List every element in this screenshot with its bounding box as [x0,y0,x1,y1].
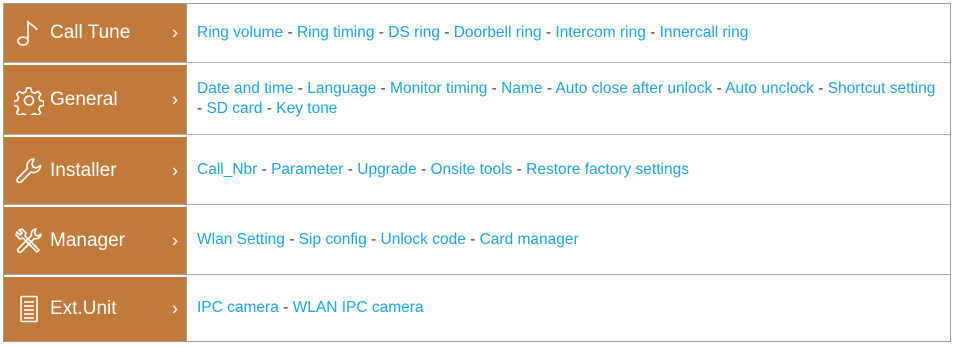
items-general: Date and time - Language - Monitor timin… [187,63,950,134]
menu-item-link[interactable]: DS ring [388,24,440,41]
menu-item-link[interactable]: Key tone [276,100,337,117]
item-separator: - [343,160,358,178]
category-call-tune[interactable]: Call Tune › [4,4,187,62]
menu-item-link[interactable]: Auto unclock [725,80,814,97]
menu-item-link[interactable]: Monitor timing [390,80,487,97]
items-installer: Call_Nbr - Parameter - Upgrade - Onsite … [187,135,950,204]
menu-item-link[interactable]: Call_Nbr [197,161,257,178]
row-manager: Manager › Wlan Setting - Sip config - Un… [4,204,950,274]
items-call-tune: Ring volume - Ring timing - DS ring - Do… [187,4,950,62]
category-general[interactable]: General › [4,63,187,134]
item-separator: - [283,299,293,316]
menu-item-link[interactable]: Auto close after unlock [555,80,712,97]
menu-item-link[interactable]: Intercom ring [555,24,645,41]
menu-item-link[interactable]: Restore factory settings [526,161,689,178]
menu-item-link[interactable]: Unlock code [381,231,466,248]
item-separator: - [542,79,556,97]
category-label: Call Tune [50,22,131,43]
items-manager: Wlan Setting - Sip config - Unlock code … [187,205,950,274]
item-separator: - [439,24,454,41]
item-separator: - [284,230,299,248]
row-call-tune: Call Tune › Ring volume - Ring timing - … [4,4,950,62]
item-separator: - [512,160,527,178]
menu-item-link[interactable]: Shortcut setting [828,80,936,97]
music-note-icon [14,18,44,48]
item-separator: - [712,79,726,97]
menu-item-link[interactable]: IPC camera [197,299,283,316]
wrench-icon [14,156,44,186]
category-label: Installer [50,159,117,181]
items-ext-unit: IPC camera - WLAN IPC camera [187,275,950,341]
item-separator: - [374,24,389,41]
menu-item-link[interactable]: Doorbell ring [454,24,542,41]
menu-item-link[interactable]: Onsite tools [431,161,513,178]
menu-item-link[interactable]: Card manager [480,231,579,248]
chevron-right-icon: › [172,230,178,250]
category-installer[interactable]: Installer › [4,135,187,204]
item-separator: - [465,230,480,248]
item-separator: - [813,79,828,97]
item-separator: - [293,79,308,97]
item-separator: - [262,99,277,117]
settings-menu: Call Tune › Ring volume - Ring timing - … [3,3,951,342]
menu-item-link[interactable]: Innercall ring [660,24,749,41]
menu-item-link[interactable]: SD card [206,100,262,117]
item-separator: - [416,160,431,178]
category-label: Manager [50,229,125,251]
item-separator: - [257,160,272,178]
category-manager[interactable]: Manager › [4,205,187,274]
menu-item-link[interactable]: Ring timing [297,24,375,41]
row-ext-unit: Ext.Unit › IPC camera - WLAN IPC camera [4,274,950,341]
item-separator: - [283,24,297,41]
row-installer: Installer › Call_Nbr - Parameter - Upgra… [4,134,950,204]
menu-item-link[interactable]: Wlan Setting [197,231,285,248]
menu-item-link[interactable]: Ring volume [197,24,283,41]
chevron-right-icon: › [172,298,178,319]
chevron-right-icon: › [172,89,178,109]
menu-item-link[interactable]: Parameter [271,161,343,178]
document-icon [14,294,44,324]
menu-item-link[interactable]: Sip config [299,231,367,248]
menu-item-link[interactable]: WLAN IPC camera [293,299,424,316]
tools-icon [14,226,44,256]
item-separator: - [645,24,660,41]
menu-item-link[interactable]: Date and time [197,80,294,97]
category-label: General [50,88,118,110]
menu-item-link[interactable]: Upgrade [357,161,416,178]
chevron-right-icon: › [172,22,178,43]
item-separator: - [541,24,556,41]
category-label: Ext.Unit [50,298,117,319]
item-separator: - [366,230,381,248]
item-separator: - [487,79,502,97]
gear-icon [14,85,44,115]
item-separator: - [376,79,391,97]
category-ext-unit[interactable]: Ext.Unit › [4,275,187,341]
menu-item-link[interactable]: Language [307,80,376,97]
menu-item-link[interactable]: Name [501,80,542,97]
row-general: General › Date and time - Language - Mon… [4,62,950,134]
chevron-right-icon: › [172,160,178,180]
